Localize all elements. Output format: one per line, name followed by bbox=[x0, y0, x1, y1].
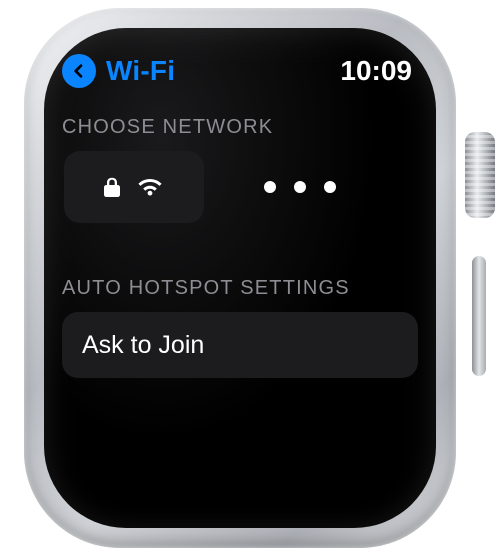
loading-dots-icon bbox=[264, 181, 336, 193]
section-label-choose-network: CHOOSE NETWORK bbox=[62, 116, 418, 139]
status-bar: Wi-Fi 10:09 bbox=[62, 54, 418, 90]
network-row bbox=[62, 151, 418, 223]
back-button[interactable]: Wi-Fi bbox=[62, 54, 175, 88]
side-button[interactable] bbox=[472, 256, 486, 376]
screen: Wi-Fi 10:09 CHOOSE NETWORK AUTO HOTSPOT … bbox=[62, 54, 418, 502]
digital-crown[interactable] bbox=[465, 132, 495, 218]
apple-watch-device: Wi-Fi 10:09 CHOOSE NETWORK AUTO HOTSPOT … bbox=[0, 0, 500, 558]
page-title: Wi-Fi bbox=[106, 55, 175, 87]
section-label-auto-hotspot: AUTO HOTSPOT SETTINGS bbox=[62, 277, 418, 300]
ask-to-join-button[interactable]: Ask to Join bbox=[62, 312, 418, 378]
wifi-icon bbox=[135, 176, 165, 198]
available-network-card[interactable] bbox=[64, 151, 204, 223]
chevron-left-icon bbox=[62, 54, 96, 88]
lock-icon bbox=[103, 176, 121, 198]
clock-time: 10:09 bbox=[340, 55, 412, 87]
ask-to-join-label: Ask to Join bbox=[82, 331, 204, 360]
